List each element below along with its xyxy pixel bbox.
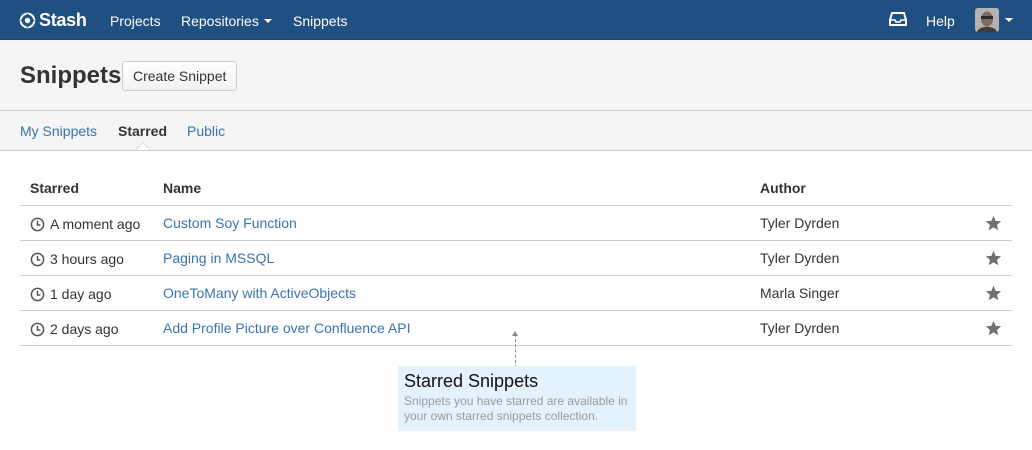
starred-time-text: A moment ago: [50, 215, 141, 232]
clock-icon: [30, 252, 45, 267]
user-photo-icon: [975, 8, 999, 32]
tooltip-body: Snippets you have starred are available …: [404, 394, 628, 423]
create-snippet-button[interactable]: Create Snippet: [122, 61, 238, 91]
active-tab-indicator: [136, 143, 150, 150]
table-row: A moment ago Custom Soy Function Tyler D…: [20, 206, 1012, 241]
avatar[interactable]: [975, 8, 999, 32]
table-row: 1 day ago OneToMany with ActiveObjects M…: [20, 276, 1012, 311]
page-title: Snippets: [20, 62, 122, 89]
snippet-link[interactable]: OneToMany with ActiveObjects: [163, 285, 356, 301]
starred-time: 1 day ago: [30, 285, 112, 302]
tab-starred[interactable]: Starred: [118, 123, 167, 139]
author-name: Tyler Dyrden: [760, 215, 840, 231]
author-name: Marla Singer: [760, 285, 840, 301]
star-icon[interactable]: [985, 215, 1002, 231]
inbox-icon[interactable]: [889, 12, 907, 26]
tab-public[interactable]: Public: [187, 123, 225, 139]
tooltip-connector: [515, 334, 516, 368]
nav-repositories[interactable]: Repositories: [181, 12, 272, 30]
chevron-down-icon: [263, 19, 272, 23]
starred-time-text: 2 days ago: [50, 320, 119, 337]
table-row: 3 hours ago Paging in MSSQL Tyler Dyrden: [20, 241, 1012, 276]
snippet-link[interactable]: Paging in MSSQL: [163, 250, 274, 266]
logo-text: Stash: [39, 9, 87, 30]
stash-logo-icon: [19, 12, 36, 28]
nav-projects[interactable]: Projects: [110, 12, 161, 30]
stash-logo[interactable]: Stash: [19, 9, 87, 31]
star-icon[interactable]: [985, 250, 1002, 266]
nav-repositories-label: Repositories: [181, 13, 259, 29]
tab-my-snippets[interactable]: My Snippets: [20, 123, 97, 139]
table-row: 2 days ago Add Profile Picture over Conf…: [20, 311, 1012, 346]
top-nav-bar: Stash Projects Repositories Snippets Hel…: [0, 0, 1032, 40]
snippet-link[interactable]: Add Profile Picture over Confluence API: [163, 320, 410, 336]
starred-time: 2 days ago: [30, 320, 119, 337]
author-name: Tyler Dyrden: [760, 320, 840, 336]
table-header: Starred Name Author: [20, 170, 1012, 206]
starred-time-text: 3 hours ago: [50, 250, 124, 267]
clock-icon: [30, 217, 45, 232]
starred-time-text: 1 day ago: [50, 285, 112, 302]
clock-icon: [30, 287, 45, 302]
avatar-chevron-down-icon[interactable]: [1005, 18, 1013, 22]
page-header: Snippets Create Snippet: [0, 40, 1032, 111]
starred-snippets-tooltip: Starred Snippets Snippets you have starr…: [398, 366, 636, 431]
star-icon[interactable]: [985, 320, 1002, 336]
tooltip-title: Starred Snippets: [404, 371, 539, 391]
nav-snippets[interactable]: Snippets: [293, 12, 347, 30]
tab-bar: My Snippets Starred Public: [0, 111, 1032, 151]
column-header-author[interactable]: Author: [760, 180, 806, 196]
snippet-link[interactable]: Custom Soy Function: [163, 215, 297, 231]
column-header-starred[interactable]: Starred: [30, 180, 79, 196]
star-icon[interactable]: [985, 285, 1002, 301]
column-header-name[interactable]: Name: [163, 180, 201, 196]
author-name: Tyler Dyrden: [760, 250, 840, 266]
nav-help[interactable]: Help: [926, 12, 955, 30]
starred-time: 3 hours ago: [30, 250, 124, 267]
starred-time: A moment ago: [30, 215, 140, 232]
clock-icon: [30, 322, 45, 337]
snippets-table: Starred Name Author A moment ago Custom …: [20, 170, 1012, 346]
